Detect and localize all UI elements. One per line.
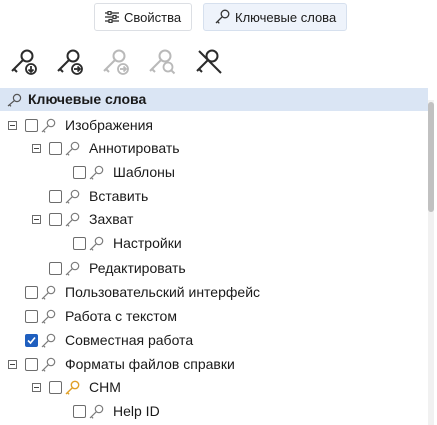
keyword-label: Совместная работа bbox=[65, 332, 194, 348]
collapse-toggle[interactable] bbox=[8, 120, 17, 130]
key-icon bbox=[41, 285, 56, 300]
keyword-label: Захват bbox=[89, 211, 134, 227]
check-icon bbox=[27, 336, 36, 344]
keyword-search-disabled-icon bbox=[146, 48, 178, 79]
keyword-label: Help ID bbox=[113, 403, 160, 419]
add-sibling-keyword-button[interactable] bbox=[53, 46, 87, 80]
key-icon bbox=[65, 261, 80, 276]
tree-item[interactable]: Работа с текстом bbox=[25, 305, 177, 327]
properties-button[interactable]: Свойства bbox=[94, 3, 193, 31]
tree-item[interactable]: Редактировать bbox=[49, 257, 186, 279]
add-child-keyword-button[interactable] bbox=[7, 46, 41, 80]
keyword-checkbox[interactable] bbox=[25, 285, 38, 299]
keyword-checkbox[interactable] bbox=[49, 212, 62, 226]
keyword-checkbox[interactable] bbox=[25, 309, 38, 323]
tree-item[interactable]: Совместная работа bbox=[25, 329, 193, 351]
keyword-label: Настройки bbox=[113, 235, 182, 251]
move-keyword-button bbox=[99, 46, 133, 80]
collapse-toggle[interactable] bbox=[32, 143, 41, 153]
key-icon bbox=[65, 189, 80, 204]
remove-keyword-button[interactable] bbox=[192, 46, 226, 80]
keyword-add-sibling-icon bbox=[54, 48, 86, 79]
key-icon bbox=[6, 93, 22, 110]
tree-item[interactable]: Шаблоны bbox=[73, 161, 175, 183]
keyword-label: Изображения bbox=[65, 117, 153, 133]
tree-item[interactable]: Настройки bbox=[73, 232, 182, 254]
keyword-checkbox[interactable] bbox=[73, 236, 86, 250]
keyword-checkbox[interactable] bbox=[49, 141, 62, 155]
key-icon bbox=[89, 404, 104, 419]
scrollbar-thumb[interactable] bbox=[428, 102, 434, 212]
tree-header-label: Ключевые слова bbox=[28, 91, 147, 107]
sliders-icon bbox=[105, 11, 119, 23]
key-icon bbox=[65, 380, 80, 395]
tree-item[interactable]: Захват bbox=[32, 208, 133, 230]
tree-item[interactable]: CHM bbox=[32, 376, 121, 398]
properties-label: Свойства bbox=[124, 9, 182, 25]
key-icon bbox=[89, 165, 104, 180]
keyword-label: Шаблоны bbox=[113, 164, 175, 180]
key-icon bbox=[41, 333, 56, 348]
collapse-toggle[interactable] bbox=[32, 214, 41, 224]
keyword-disabled-icon bbox=[100, 48, 132, 79]
tree-item[interactable]: Пользовательский интерфейс bbox=[25, 281, 260, 303]
keyword-checkbox[interactable] bbox=[49, 261, 62, 275]
key-icon bbox=[41, 309, 56, 324]
find-keyword-button bbox=[145, 46, 179, 80]
keyword-remove-icon bbox=[193, 48, 225, 79]
keyword-label: Аннотировать bbox=[89, 140, 180, 156]
keyword-label: Вставить bbox=[89, 188, 149, 204]
keyword-label: Редактировать bbox=[89, 260, 186, 276]
key-icon bbox=[65, 212, 80, 227]
tree-header[interactable]: Ключевые слова bbox=[0, 88, 428, 111]
keywords-button[interactable]: Ключевые слова bbox=[203, 3, 348, 31]
key-icon bbox=[65, 141, 80, 156]
key-icon bbox=[41, 357, 56, 372]
keyword-checkbox[interactable] bbox=[73, 404, 86, 418]
keywords-label: Ключевые слова bbox=[235, 9, 337, 25]
tree-item[interactable]: Изображения bbox=[8, 114, 153, 136]
keyword-checkbox[interactable] bbox=[73, 165, 86, 179]
keyword-label: Пользовательский интерфейс bbox=[65, 284, 261, 300]
keyword-checkbox[interactable] bbox=[25, 357, 38, 371]
key-icon bbox=[41, 118, 56, 133]
keyword-checkbox[interactable] bbox=[25, 118, 38, 132]
tree-item[interactable]: Форматы файлов справки bbox=[8, 353, 235, 375]
collapse-toggle[interactable] bbox=[8, 359, 17, 369]
keyword-add-child-icon bbox=[8, 48, 40, 79]
key-icon bbox=[214, 9, 230, 25]
keyword-label: Работа с текстом bbox=[65, 308, 177, 324]
keyword-label: Форматы файлов справки bbox=[65, 356, 235, 372]
key-icon bbox=[89, 236, 104, 251]
vertical-scrollbar[interactable] bbox=[428, 100, 434, 425]
keyword-label: CHM bbox=[89, 379, 121, 395]
keyword-checkbox[interactable] bbox=[49, 189, 62, 203]
tree-item[interactable]: Вставить bbox=[49, 185, 148, 207]
collapse-toggle[interactable] bbox=[32, 382, 41, 392]
tree-item[interactable]: Аннотировать bbox=[32, 137, 180, 159]
keyword-checkbox[interactable] bbox=[25, 333, 38, 347]
keyword-checkbox[interactable] bbox=[49, 380, 62, 394]
tree-item[interactable]: Help ID bbox=[73, 400, 160, 422]
